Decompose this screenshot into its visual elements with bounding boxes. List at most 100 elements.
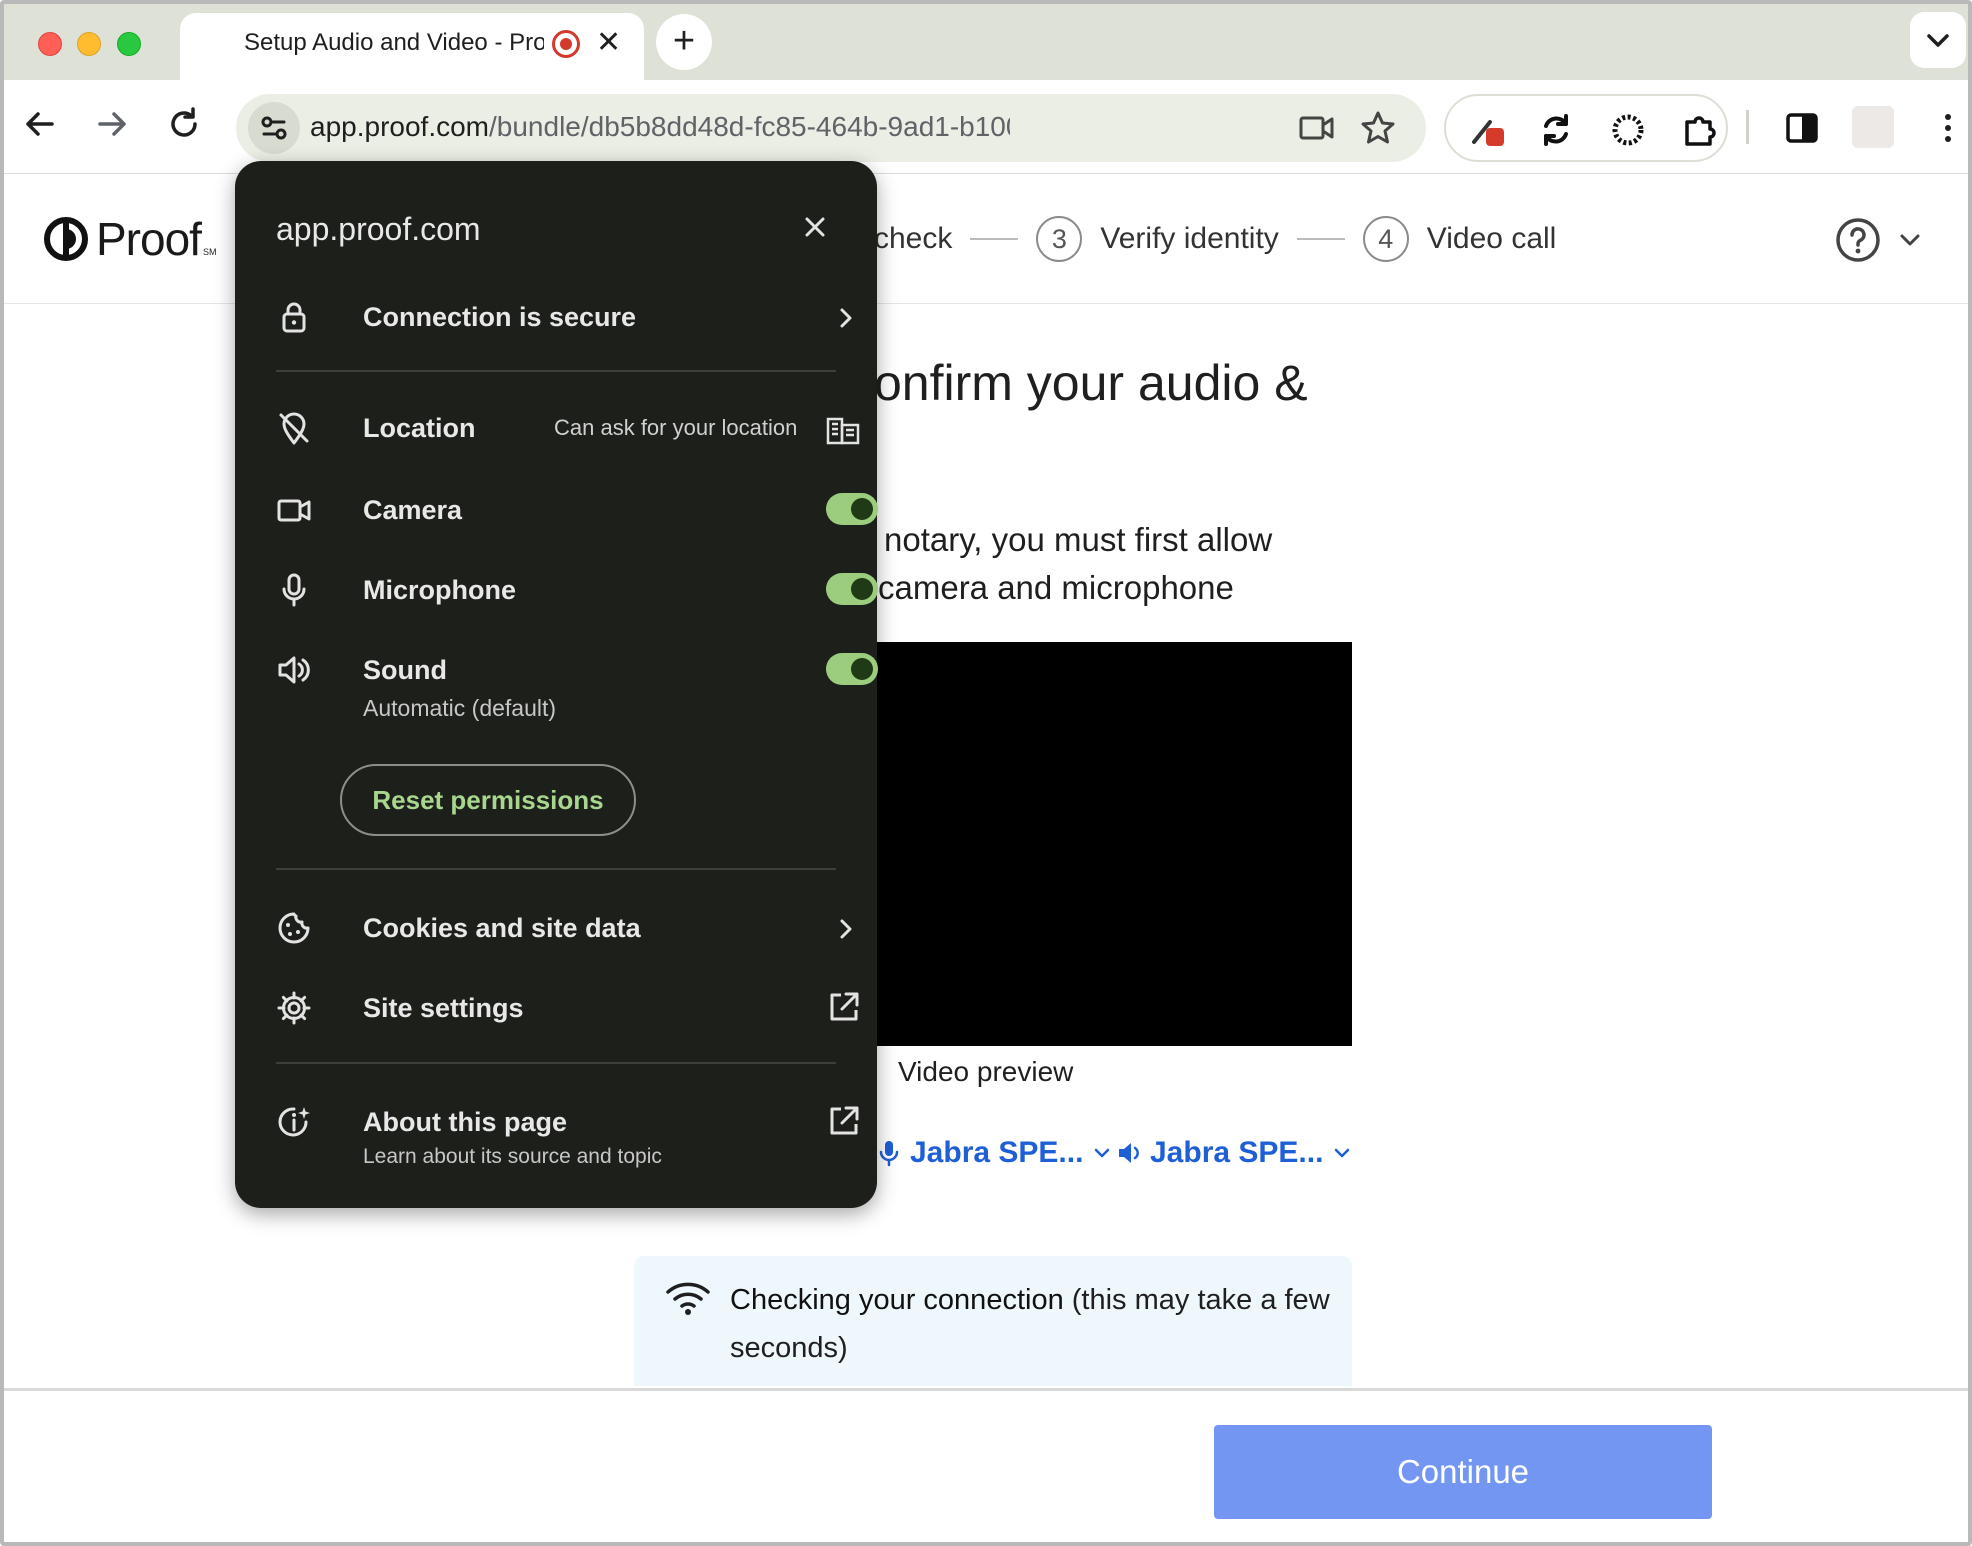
info-sparkle-icon — [278, 1107, 310, 1137]
popup-divider — [276, 1062, 836, 1064]
camera-label: Camera — [363, 495, 463, 525]
tab-setup-audio-video[interactable]: Setup Audio and Video - Proof ✕ — [180, 13, 644, 80]
tab-search-button[interactable] — [1910, 12, 1966, 68]
continue-button[interactable]: Continue — [1214, 1425, 1712, 1519]
close-window-button[interactable] — [38, 32, 62, 56]
step-label-verify-identity: Verify identity — [1100, 222, 1279, 255]
speaker-select[interactable]: Jabra SPE... — [1116, 1136, 1353, 1170]
url-path: /bundle/db5b8dd48d-fc85-464b-9ad1-b1001f… — [489, 111, 1010, 142]
microphone-permission-row: Microphone — [276, 567, 878, 617]
site-settings-row[interactable]: Site settings — [276, 985, 859, 1035]
connection-secure-row[interactable]: Connection is secure — [276, 294, 852, 344]
camera-in-use-icon[interactable] — [1298, 110, 1336, 146]
gear-icon — [277, 991, 311, 1025]
location-permission-row[interactable]: Location Can ask for your location — [276, 405, 860, 455]
managed-building-icon — [826, 417, 860, 445]
site-info-button[interactable] — [248, 102, 300, 154]
sound-icon — [278, 656, 310, 684]
chevron-right-icon — [840, 308, 852, 328]
popup-close-icon[interactable] — [797, 209, 833, 245]
tune-icon — [261, 116, 287, 140]
step-number-3: 3 — [1036, 216, 1083, 262]
eyedropper-extension-icon[interactable] — [1466, 110, 1506, 150]
maximize-window-button[interactable] — [117, 32, 141, 56]
tab-strip: Setup Audio and Video - Proof ✕ + — [4, 4, 1968, 80]
chevron-right-icon — [840, 919, 852, 939]
chevron-down-icon — [1900, 234, 1920, 246]
toolbar-divider — [1746, 110, 1749, 144]
chevron-down-icon — [1335, 1148, 1350, 1158]
site-info-popup: app.proof.com Connection is secure Locat… — [235, 161, 878, 1208]
camera-icon — [277, 499, 311, 522]
sound-toggle[interactable] — [826, 653, 878, 685]
microphone-label: Microphone — [363, 575, 516, 605]
step-connector — [970, 238, 1019, 240]
speaker-select-value: Jabra SPE... — [1150, 1136, 1324, 1169]
camera-toggle[interactable] — [826, 493, 878, 525]
step-number-4: 4 — [1362, 216, 1409, 262]
side-panel-icon[interactable] — [1782, 108, 1822, 148]
step-label-check: check — [874, 222, 953, 255]
about-page-label: About this page — [363, 1107, 567, 1137]
puzzle-extensions-icon[interactable] — [1680, 110, 1720, 150]
about-page-row[interactable]: About this page Learn about its source a… — [276, 1099, 859, 1179]
popup-divider — [276, 370, 836, 372]
page-title: onfirm your audio & — [874, 355, 1308, 411]
lock-icon — [282, 302, 306, 333]
sync-extension-icon[interactable] — [1536, 110, 1576, 150]
sound-sublabel: Automatic (default) — [363, 695, 557, 721]
new-tab-button[interactable]: + — [656, 14, 712, 70]
more-menu-icon[interactable] — [1928, 108, 1968, 148]
help-menu[interactable] — [1834, 216, 1920, 269]
chevron-down-icon — [1095, 1148, 1110, 1158]
microphone-icon — [282, 573, 306, 607]
popup-divider — [276, 868, 836, 870]
sound-permission-row: Sound Automatic (default) — [276, 647, 878, 737]
popup-site-title: app.proof.com — [276, 211, 481, 247]
open-in-new-icon — [830, 992, 859, 1021]
connection-check-text: Checking your connection (this may take … — [730, 1276, 1330, 1372]
url-text[interactable]: app.proof.com/bundle/db5b8dd48d-fc85-464… — [310, 111, 1010, 143]
url-host: app.proof.com — [310, 111, 489, 142]
tab-close-button[interactable]: ✕ — [596, 25, 621, 61]
step-connector — [1296, 238, 1345, 240]
reset-permissions-button[interactable]: Reset permissions — [340, 764, 636, 836]
bookmark-star-icon[interactable] — [1358, 108, 1398, 148]
speaker-icon — [1119, 1143, 1139, 1163]
extensions-group — [1444, 94, 1728, 162]
connection-check-bold: Checking your connection — [730, 1284, 1064, 1316]
camera-permission-row: Camera — [276, 487, 878, 537]
video-preview-caption: Video preview — [898, 1056, 1074, 1087]
page-description: notary, you must first allow camera and … — [878, 516, 1344, 612]
microphone-select[interactable]: Jabra SPE... — [878, 1136, 1113, 1170]
proof-logo[interactable]: Proof SM — [42, 212, 216, 266]
tab-title: Setup Audio and Video - Proof — [244, 29, 544, 56]
loader-extension-icon[interactable] — [1608, 110, 1648, 150]
back-arrow-icon[interactable] — [20, 104, 60, 144]
reload-icon[interactable] — [164, 104, 204, 144]
location-value: Can ask for your location — [554, 415, 798, 440]
sound-label: Sound — [363, 655, 447, 685]
chevron-down-icon — [1927, 34, 1949, 47]
logo-service-mark: SM — [202, 247, 217, 257]
progress-steps: check 3 Verify identity 4 Video call — [874, 216, 1556, 262]
description-line-2: camera and microphone — [878, 569, 1234, 606]
location-off-icon — [279, 412, 309, 445]
step-label-video-call: Video call — [1426, 222, 1557, 255]
profile-avatar[interactable] — [1852, 106, 1894, 148]
connection-check-banner: Checking your connection (this may take … — [634, 1256, 1352, 1386]
cookies-label: Cookies and site data — [363, 913, 641, 943]
site-settings-label: Site settings — [363, 993, 524, 1023]
logo-text: Proof — [96, 213, 202, 265]
location-label: Location — [363, 413, 476, 443]
page-footer: Continue — [4, 1388, 1968, 1542]
microphone-toggle[interactable] — [826, 573, 878, 605]
wifi-icon — [666, 1282, 710, 1315]
forward-arrow-icon[interactable] — [92, 104, 132, 144]
description-line-1: notary, you must first allow — [884, 521, 1273, 558]
cookie-icon — [278, 912, 310, 944]
minimize-window-button[interactable] — [77, 32, 101, 56]
cookies-row[interactable]: Cookies and site data — [276, 905, 852, 955]
microphone-icon — [879, 1141, 899, 1167]
address-bar[interactable]: app.proof.com/bundle/db5b8dd48d-fc85-464… — [236, 94, 1426, 162]
